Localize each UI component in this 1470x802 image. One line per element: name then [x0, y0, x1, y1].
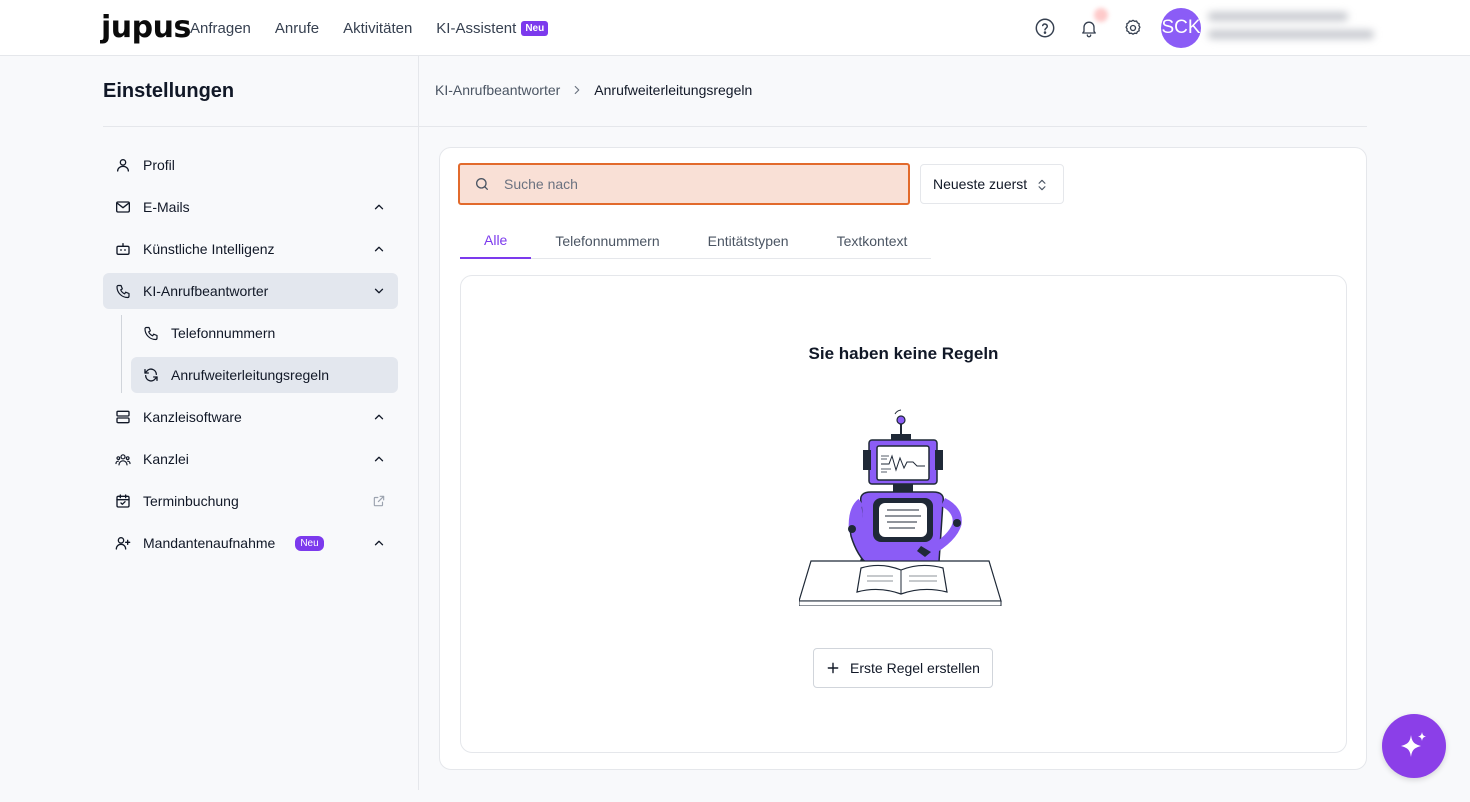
nav-aktivitaeten[interactable]: Aktivitäten — [343, 20, 412, 37]
sidebar-item-label: Terminbuchung — [143, 493, 239, 509]
jupus-logo[interactable]: jupus — [101, 10, 191, 45]
submenu-line — [121, 315, 122, 393]
settings-menu: Profil E-Mails Künstliche Intelligenz KI… — [103, 147, 398, 567]
sort-label: Neueste zuerst — [933, 176, 1028, 192]
nav-label: Aktivitäten — [343, 19, 413, 37]
robot-reading-illustration — [799, 409, 1002, 606]
chevron-up-icon — [374, 540, 384, 546]
tab-alle[interactable]: Alle — [460, 222, 532, 259]
sidebar-item-telefonnummern[interactable]: Telefonnummern — [131, 315, 398, 351]
sidebar-item-emails[interactable]: E-Mails — [103, 189, 398, 225]
breadcrumb-parent[interactable]: KI-Anrufbeantworter — [435, 82, 560, 98]
sidebar-item-label: KI-Anrufbeantworter — [143, 283, 269, 299]
tab-entitaetstypen[interactable]: Entitätstypen — [684, 222, 813, 259]
filter-tabs: Alle Telefonnummern Entitätstypen Textko… — [460, 222, 931, 259]
sidebar-item-mandantenaufnahme[interactable]: Mandantenaufnahme Neu — [103, 525, 398, 561]
sidebar-item-label: E-Mails — [143, 199, 190, 215]
sidebar-item-label: Künstliche Intelligenz — [143, 241, 275, 257]
sidebar-item-label: Kanzlei — [143, 451, 189, 467]
sidebar-item-kanzlei[interactable]: Kanzlei — [103, 441, 398, 477]
chevrons-up-down-icon — [1038, 179, 1046, 191]
user-info-redacted[interactable] — [1208, 12, 1374, 46]
nav-ki-assistent[interactable]: KI-Assistent Neu — [436, 19, 549, 37]
sidebar-item-profil[interactable]: Profil — [103, 147, 398, 183]
sidebar-title: Einstellungen — [103, 80, 235, 102]
divider — [418, 56, 419, 790]
help-icon[interactable] — [1033, 16, 1057, 40]
search-input[interactable] — [504, 176, 884, 192]
submenu: Telefonnummern Anrufweiterleitungsregeln — [103, 315, 398, 393]
users-icon — [115, 451, 131, 467]
server-icon — [115, 409, 131, 425]
top-bar: jupus Anfragen Anrufe Aktivitäten KI-Ass… — [0, 0, 1470, 56]
user-plus-icon — [115, 535, 131, 551]
avatar[interactable]: SCK — [1161, 8, 1201, 48]
sidebar-item-anrufweiterleitungsregeln[interactable]: Anrufweiterleitungsregeln — [131, 357, 398, 393]
tab-textkontext[interactable]: Textkontext — [813, 222, 932, 259]
plus-icon — [827, 662, 839, 674]
chevron-up-icon — [374, 246, 384, 252]
divider — [419, 126, 1367, 127]
nav-label: KI-Assistent — [436, 19, 517, 37]
gear-icon[interactable] — [1121, 16, 1145, 40]
nav-label: Anfragen — [190, 19, 251, 37]
sidebar-item-label: Kanzleisoftware — [143, 409, 242, 425]
create-first-rule-label: Erste Regel erstellen — [850, 660, 980, 676]
sort-select[interactable]: Neueste zuerst — [920, 164, 1064, 204]
nav-label: Anrufe — [274, 19, 320, 37]
calendar-check-icon — [115, 493, 131, 509]
empty-state: Sie haben keine Regeln Erste Regel erste… — [460, 275, 1347, 753]
bell-icon[interactable] — [1077, 16, 1101, 40]
sparkle-icon — [1401, 732, 1426, 757]
chevron-down-icon — [374, 288, 384, 294]
empty-state-title: Sie haben keine Regeln — [808, 344, 999, 363]
sidebar-item-kanzleisoftware[interactable]: Kanzleisoftware — [103, 399, 398, 435]
sidebar-item-kuenstliche-intelligenz[interactable]: Künstliche Intelligenz — [103, 231, 398, 267]
ai-assistant-button[interactable] — [1382, 714, 1446, 778]
breadcrumb-current: Anrufweiterleitungsregeln — [594, 82, 753, 98]
create-first-rule-button[interactable]: Erste Regel erstellen — [813, 648, 993, 688]
chevron-up-icon — [374, 414, 384, 420]
sidebar-item-terminbuchung[interactable]: Terminbuchung — [103, 483, 398, 519]
robot-icon — [115, 241, 131, 257]
sidebar-item-label: Anrufweiterleitungsregeln — [171, 367, 329, 383]
phone-icon — [115, 283, 131, 299]
nav-anfragen[interactable]: Anfragen — [190, 20, 251, 37]
sidebar-item-label: Profil — [143, 157, 175, 173]
rules-card: Neueste zuerst Alle Telefonnummern Entit… — [439, 147, 1367, 770]
divider — [103, 126, 418, 127]
chevron-up-icon — [374, 456, 384, 462]
mail-icon — [115, 199, 131, 215]
user-icon — [115, 157, 131, 173]
search-icon — [476, 178, 488, 190]
tab-telefonnummern[interactable]: Telefonnummern — [531, 222, 683, 259]
external-link-icon — [373, 495, 385, 507]
sidebar-item-label: Telefonnummern — [171, 325, 276, 341]
sidebar-item-ki-anrufbeantworter[interactable]: KI-Anrufbeantworter — [103, 273, 398, 309]
phone-icon — [143, 325, 159, 341]
nav-anrufe[interactable]: Anrufe — [275, 20, 319, 37]
search-box[interactable] — [458, 163, 910, 205]
new-badge: Neu — [295, 535, 324, 551]
chevron-right-icon — [574, 85, 580, 95]
new-badge: Neu — [521, 20, 549, 36]
main-nav: Anfragen Anrufe Aktivitäten KI-Assistent… — [190, 0, 549, 56]
breadcrumb: KI-Anrufbeantworter Anrufweiterleitungsr… — [435, 82, 752, 98]
chevron-up-icon — [374, 204, 384, 210]
refresh-icon — [143, 367, 159, 383]
sidebar-item-label: Mandantenaufnahme — [143, 535, 276, 551]
